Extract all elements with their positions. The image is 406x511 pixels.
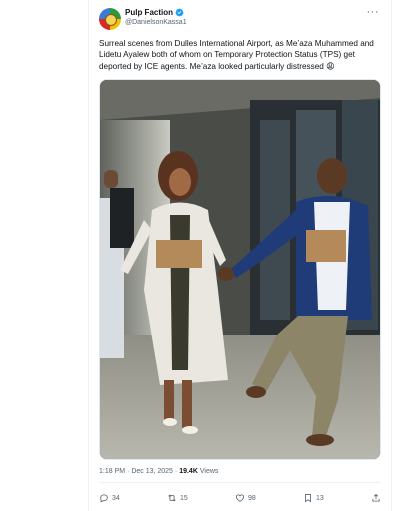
- share-icon: [372, 493, 380, 502]
- share-button[interactable]: [371, 493, 381, 503]
- like-button[interactable]: 98: [235, 493, 256, 503]
- reply-button[interactable]: 34: [99, 493, 120, 503]
- tweet-text: Surreal scenes from Dulles International…: [99, 39, 374, 71]
- like-count: 98: [248, 494, 256, 502]
- tweet-meta: 1:18 PM · Dec 13, 2025 · 19.4K Views: [99, 468, 218, 475]
- like-icon: [235, 494, 245, 502]
- tweet-photo[interactable]: [99, 79, 381, 460]
- repost-button[interactable]: 15: [167, 493, 188, 503]
- more-options-icon[interactable]: ···: [367, 6, 380, 18]
- tweet-time[interactable]: 1:18 PM: [99, 468, 125, 475]
- author-display-name[interactable]: Pulp Faction: [125, 8, 173, 17]
- divider: [99, 482, 381, 483]
- tweet-date[interactable]: Dec 13, 2025: [131, 468, 173, 475]
- bookmark-icon: [305, 494, 311, 503]
- tweet[interactable]: Pulp Faction @DanielsonKassa1 ··· Surrea…: [89, 0, 391, 511]
- repost-count: 15: [180, 494, 188, 502]
- tweet-actions: 34 15 98 13: [99, 490, 381, 506]
- verified-badge-icon: [175, 8, 184, 17]
- right-gutter: [392, 0, 406, 511]
- views-count: 19.4K: [179, 468, 198, 475]
- left-gutter: [0, 0, 88, 511]
- bookmark-button[interactable]: 13: [303, 493, 324, 503]
- reply-count: 34: [112, 494, 120, 502]
- tweet-header: Pulp Faction @DanielsonKassa1 ···: [99, 6, 389, 32]
- repost-icon: [168, 494, 176, 502]
- bookmark-count: 13: [316, 494, 324, 502]
- views-label: Views: [199, 468, 219, 475]
- reply-icon: [100, 494, 108, 503]
- author-handle[interactable]: @DanielsonKassa1: [125, 19, 187, 26]
- author-name-line[interactable]: Pulp Faction: [125, 8, 184, 17]
- avatar[interactable]: [99, 8, 121, 30]
- photo-scene: [100, 80, 380, 459]
